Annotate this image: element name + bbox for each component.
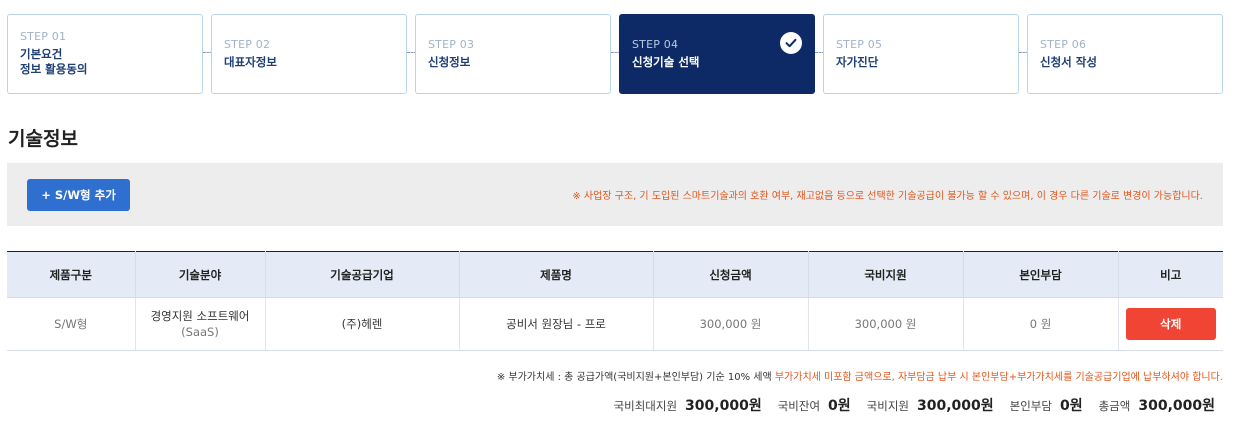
- gov-support-cell: 300,000 원: [807, 297, 963, 351]
- notice-box: + S/W형 추가 ※ 사업장 구조, 기 도입된 스마트기술과의 호환 여부,…: [7, 163, 1223, 226]
- page-title: 기술정보: [8, 128, 78, 150]
- tech-field-line2: (SaaS): [181, 325, 219, 339]
- action-cell: 삭제: [1117, 297, 1223, 351]
- step-04: STEP 04 신청기술 선택: [619, 14, 815, 94]
- step-title-line2: 정보 활용동의: [20, 62, 88, 76]
- step-title: 대표자정보: [224, 55, 277, 69]
- column-header: 비고: [1117, 251, 1223, 298]
- vat-note-prefix: ※ 부가가치세 : 총 공급가액(국비지원+본인부담) 기순 10% 세액: [496, 372, 775, 383]
- step-05: STEP 05 자가진단: [823, 14, 1019, 94]
- step-number: STEP 06: [1040, 38, 1087, 51]
- step-06: STEP 06 신청서 작성: [1027, 14, 1223, 94]
- tech-field-cell: 경영지원 소프트웨어 (SaaS): [134, 297, 265, 351]
- remaining-value: 0원: [828, 398, 851, 414]
- step-title: 기본요건 정보 활용동의: [20, 47, 190, 77]
- step-progress: STEP 01 기본요건 정보 활용동의 STEP 02 대표자정보 STEP …: [7, 14, 1223, 94]
- column-header: 기술공급기업: [264, 251, 459, 298]
- table-header-row: 제품구분 기술분야 기술공급기업 제품명 신청금액 국비지원 본인부담 비고: [7, 251, 1223, 298]
- step-03: STEP 03 신청정보: [415, 14, 611, 94]
- supplier-cell: (주)헤렌: [264, 297, 459, 351]
- self-pay-cell: 0 원: [962, 297, 1118, 351]
- gov-support-label: 국비지원: [866, 399, 909, 413]
- self-pay-value: 0원: [1059, 398, 1083, 414]
- step-title-line1: 기본요건: [20, 47, 63, 61]
- step-number: STEP 03: [428, 38, 475, 51]
- column-header: 제품명: [458, 251, 653, 298]
- step-title: 신청서 작성: [1040, 55, 1097, 69]
- total-value: 300,000원: [1138, 398, 1215, 414]
- max-support-value: 300,000원: [685, 398, 762, 414]
- notice-text: ※ 사업장 구조, 기 도입된 스마트기술과의 호환 여부, 재고없음 등으로 …: [572, 191, 1203, 202]
- step-title: 신청기술 선택: [632, 55, 700, 69]
- table-row: S/W형 경영지원 소프트웨어 (SaaS) (주)헤렌 공비서 원장님 - 프…: [7, 297, 1223, 351]
- delete-button[interactable]: 삭제: [1125, 308, 1216, 340]
- product-type-cell: S/W형: [7, 297, 135, 351]
- column-header: 기술분야: [134, 251, 265, 298]
- column-header: 국비지원: [807, 251, 963, 298]
- step-01: STEP 01 기본요건 정보 활용동의: [7, 14, 203, 94]
- step-title: 신청정보: [428, 55, 471, 69]
- step-02: STEP 02 대표자정보: [211, 14, 407, 94]
- column-header: 본인부담: [962, 251, 1118, 298]
- amount-summary: 국비최대지원 300,000원 국비잔여 0원 국비지원 300,000원 본인…: [614, 395, 1215, 415]
- vat-note-highlight: 부가가치세 미포함 금액으로, 자부담금 납부 시 본인부담+부가가치세를 기술…: [774, 372, 1223, 383]
- column-header: 신청금액: [652, 251, 808, 298]
- tech-field-line1: 경영지원 소프트웨어: [150, 309, 250, 323]
- gov-support-value: 300,000원: [916, 398, 994, 414]
- column-header: 제품구분: [7, 251, 135, 298]
- step-number: STEP 05: [836, 38, 883, 51]
- check-icon: [780, 32, 802, 54]
- remaining-label: 국비잔여: [777, 399, 821, 413]
- step-number: STEP 04: [632, 38, 679, 51]
- step-number: STEP 01: [20, 30, 67, 43]
- amount-cell: 300,000 원: [652, 297, 808, 351]
- max-support-label: 국비최대지원: [613, 399, 678, 413]
- total-label: 총금액: [1098, 399, 1131, 413]
- step-title: 자가진단: [836, 55, 879, 69]
- vat-note: ※ 부가가치세 : 총 공급가액(국비지원+본인부담) 기순 10% 세액 부가…: [497, 368, 1223, 383]
- tech-table: 제품구분 기술분야 기술공급기업 제품명 신청금액 국비지원 본인부담 비고 S…: [7, 251, 1223, 351]
- add-sw-button[interactable]: + S/W형 추가: [27, 179, 130, 211]
- step-number: STEP 02: [224, 38, 271, 51]
- self-pay-label: 본인부담: [1009, 399, 1052, 413]
- product-name-cell: 공비서 원장님 - 프로: [458, 297, 653, 351]
